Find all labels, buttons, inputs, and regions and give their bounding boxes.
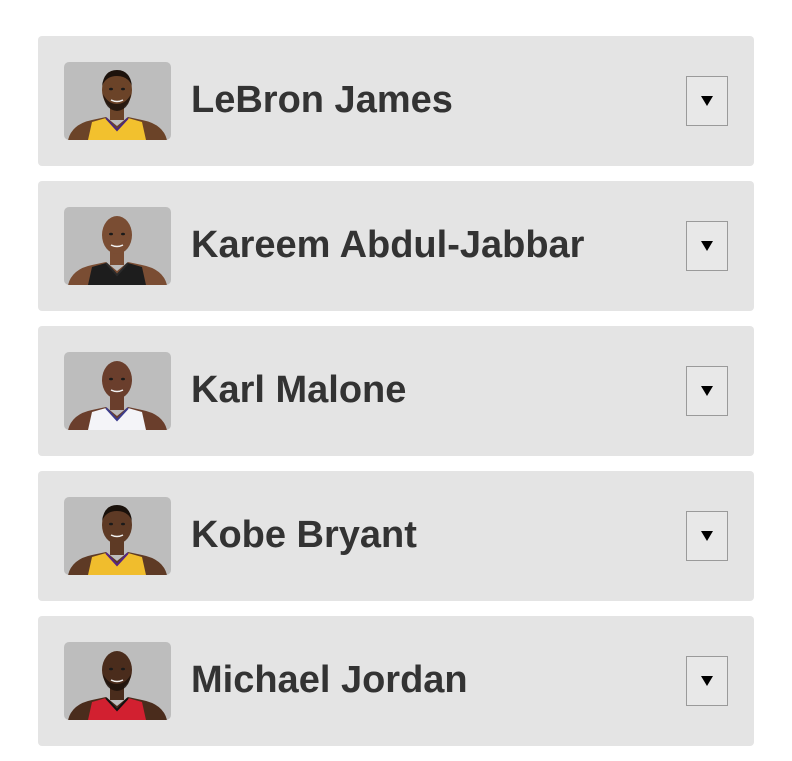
expand-button[interactable] — [686, 656, 728, 706]
player-name: Michael Jordan — [191, 659, 468, 701]
player-avatar — [64, 207, 171, 285]
player-avatar — [64, 497, 171, 575]
portrait-image — [68, 651, 167, 720]
portrait-image — [68, 70, 167, 140]
expand-button[interactable] — [686, 76, 728, 126]
portrait-image — [68, 216, 167, 285]
triangle-down-icon — [701, 531, 713, 541]
player-name: Karl Malone — [191, 369, 407, 411]
player-card[interactable]: Michael Jordan — [38, 616, 754, 746]
triangle-down-icon — [701, 676, 713, 686]
expand-button[interactable] — [686, 511, 728, 561]
portrait-image — [68, 361, 167, 430]
player-avatar — [64, 352, 171, 430]
player-avatar — [64, 62, 171, 140]
player-list: LeBron James Kareem Abdul-Jabbar Karl Ma… — [38, 36, 754, 761]
triangle-down-icon — [701, 386, 713, 396]
expand-button[interactable] — [686, 221, 728, 271]
player-name: Kareem Abdul-Jabbar — [191, 224, 585, 266]
player-card[interactable]: Kareem Abdul-Jabbar — [38, 181, 754, 311]
triangle-down-icon — [701, 96, 713, 106]
triangle-down-icon — [701, 241, 713, 251]
player-card[interactable]: LeBron James — [38, 36, 754, 166]
player-card[interactable]: Karl Malone — [38, 326, 754, 456]
player-card[interactable]: Kobe Bryant — [38, 471, 754, 601]
player-name: LeBron James — [191, 79, 453, 121]
player-avatar — [64, 642, 171, 720]
expand-button[interactable] — [686, 366, 728, 416]
player-name: Kobe Bryant — [191, 514, 417, 556]
portrait-image — [68, 505, 167, 575]
